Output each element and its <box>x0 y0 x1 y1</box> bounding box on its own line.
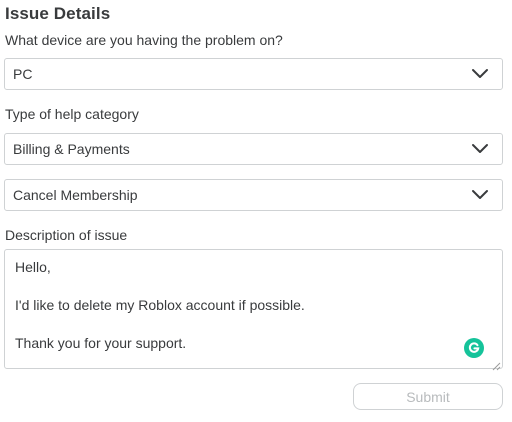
chevron-down-icon <box>470 185 490 205</box>
help-subcategory-select[interactable]: Cancel Membership <box>4 179 503 211</box>
description-line: Hello, <box>15 259 51 275</box>
description-line: I'd like to delete my Roblox account if … <box>15 297 305 313</box>
issue-details-form: Issue Details What device are you having… <box>0 0 512 422</box>
resize-handle-icon[interactable] <box>492 358 501 371</box>
description-line: Thank you for your support. <box>15 335 187 351</box>
chevron-down-icon <box>470 64 490 84</box>
description-textarea[interactable]: Hello, I'd like to delete my Roblox acco… <box>4 249 503 369</box>
help-category-select[interactable]: Billing & Payments <box>4 133 503 165</box>
help-category-label: Type of help category <box>5 106 139 122</box>
submit-button[interactable]: Submit <box>353 383 503 410</box>
grammarly-icon[interactable] <box>464 338 484 358</box>
device-label: What device are you having the problem o… <box>5 32 283 48</box>
description-label: Description of issue <box>5 227 128 243</box>
device-select[interactable]: PC <box>4 58 503 90</box>
chevron-down-icon <box>470 139 490 159</box>
help-subcategory-select-value: Cancel Membership <box>13 187 138 203</box>
device-select-value: PC <box>13 66 33 82</box>
help-category-select-value: Billing & Payments <box>13 141 130 157</box>
section-title: Issue Details <box>5 4 111 23</box>
